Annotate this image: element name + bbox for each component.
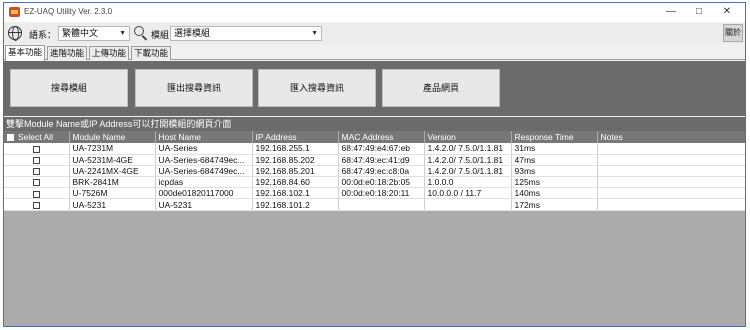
module-value: 選擇模組 [174, 28, 211, 38]
version-cell: 10.0.0.0 / 11.7 [424, 187, 512, 200]
host-name-cell: UA-Series [155, 143, 253, 155]
table-row[interactable]: U-7526M 000de01820117000 192.168.102.1 0… [4, 187, 745, 200]
response-time-cell: 172ms [511, 198, 598, 211]
row-checkbox[interactable] [32, 157, 40, 165]
table-row[interactable]: BRK-2841M icpdas 192.168.84.60 00:0d:e0:… [4, 176, 745, 189]
row-checkbox[interactable] [32, 179, 40, 187]
mac-address-cell [338, 198, 425, 211]
response-time-cell: 31ms [511, 143, 598, 155]
info-hint: 雙擊Module Name或IP Address可以打開模組的網頁介面 [4, 117, 745, 131]
mac-address-cell: 00:0d:e0:18:2b:05 [338, 176, 425, 189]
module-table: Select All Module Name Host Name IP Addr… [4, 131, 745, 211]
language-value: 繁體中文 [62, 28, 99, 38]
tab-download[interactable]: 下載功能 [131, 46, 172, 60]
mac-address-cell: 68:47:49:ec:41:d9 [338, 154, 425, 166]
notes-cell [597, 187, 745, 200]
notes-cell [597, 165, 745, 178]
tab-upload[interactable]: 上傳功能 [89, 46, 130, 60]
module-name-cell[interactable]: UA-5231M-4GE [69, 154, 156, 166]
module-name-cell[interactable]: BRK-2841M [69, 176, 156, 189]
notes-cell [597, 198, 745, 211]
select-all-checkbox[interactable] [7, 134, 14, 142]
window-title: EZ-UAQ Utility Ver. 2.3.0 [24, 7, 113, 16]
title-bar: EZ-UAQ Utility Ver. 2.3.0 — □ ✕ [4, 3, 745, 22]
column-header[interactable]: Host Name [155, 131, 253, 143]
column-header[interactable]: IP Address [252, 131, 339, 143]
ip-address-cell[interactable]: 192.168.85.201 [252, 165, 339, 178]
import-search-button[interactable]: 匯入搜尋資訊 [258, 69, 376, 107]
column-header[interactable]: Module Name [69, 131, 156, 143]
table-header-row: Select All Module Name Host Name IP Addr… [4, 131, 745, 143]
column-header[interactable]: Response Time [511, 131, 598, 143]
version-cell: 1.4.2.0/ 7.5.0/1.1.81 [424, 154, 512, 166]
column-header[interactable]: MAC Address [338, 131, 425, 143]
maximize-button[interactable]: □ [686, 5, 712, 19]
module-select[interactable]: 選擇模組 ▼ [170, 26, 322, 41]
host-name-cell: icpdas [155, 176, 253, 189]
tab-bar: 基本功能 進階功能 上傳功能 下載功能 [4, 45, 745, 61]
language-select[interactable]: 繁體中文 ▼ [58, 26, 130, 41]
version-cell [424, 198, 512, 211]
module-name-cell[interactable]: UA-7231M [69, 143, 156, 155]
search-icon[interactable] [134, 26, 148, 41]
product-page-button[interactable]: 產品網頁 [382, 69, 500, 107]
ip-address-cell[interactable]: 192.168.102.1 [252, 187, 339, 200]
action-panel: 搜尋模組 匯出搜尋資訊 匯入搜尋資訊 產品網頁 [4, 61, 745, 116]
response-time-cell: 47ms [511, 154, 598, 166]
module-label: 模組 [151, 30, 170, 40]
chevron-down-icon: ▼ [311, 30, 318, 37]
globe-icon [8, 26, 22, 41]
select-all-header[interactable]: Select All [4, 131, 70, 143]
notes-cell [597, 143, 745, 155]
notes-cell [597, 154, 745, 166]
window-close-button[interactable]: ✕ [714, 5, 740, 19]
row-checkbox[interactable] [32, 145, 40, 153]
table-row[interactable]: UA-5231 UA-5231 192.168.101.2 172ms [4, 198, 745, 211]
ip-address-cell[interactable]: 192.168.255.1 [252, 143, 339, 155]
search-modules-button[interactable]: 搜尋模組 [10, 69, 128, 107]
row-checkbox[interactable] [32, 168, 40, 176]
host-name-cell: UA-Series-684749ec... [155, 154, 253, 166]
app-logo-icon [9, 7, 20, 17]
response-time-cell: 140ms [511, 187, 598, 200]
ip-address-cell[interactable]: 192.168.85.202 [252, 154, 339, 166]
module-name-cell[interactable]: UA-2241MX-4GE [69, 165, 156, 178]
host-name-cell: UA-Series-684749ec... [155, 165, 253, 178]
ip-address-cell[interactable]: 192.168.84.60 [252, 176, 339, 189]
ip-address-cell[interactable]: 192.168.101.2 [252, 198, 339, 211]
toolbar: 語系： 繁體中文 ▼ 模組 選擇模組 ▼ 關於 [4, 23, 745, 44]
table-row[interactable]: UA-5231M-4GE UA-Series-684749ec... 192.1… [4, 154, 745, 166]
column-header[interactable]: Version [424, 131, 512, 143]
mac-address-cell: 00:0d:e0:18:20:11 [338, 187, 425, 200]
response-time-cell: 125ms [511, 176, 598, 189]
column-header[interactable]: Notes [597, 131, 745, 143]
tab-basic[interactable]: 基本功能 [5, 45, 46, 61]
mac-address-cell: 68:47:49:ec:c8:0a [338, 165, 425, 178]
about-button[interactable]: 關於 [723, 24, 743, 42]
chevron-down-icon: ▼ [119, 30, 126, 37]
minimize-button[interactable]: — [658, 5, 684, 19]
language-label: 語系： [29, 30, 57, 40]
table-row[interactable]: UA-2241MX-4GE UA-Series-684749ec... 192.… [4, 165, 745, 178]
notes-cell [597, 176, 745, 189]
version-cell: 1.0.0.0 [424, 176, 512, 189]
response-time-cell: 93ms [511, 165, 598, 178]
module-name-cell[interactable]: U-7526M [69, 187, 156, 200]
row-checkbox[interactable] [32, 201, 40, 209]
mac-address-cell: 68:47:49:e4:67:eb [338, 143, 425, 155]
tab-advanced[interactable]: 進階功能 [47, 46, 88, 60]
module-table-area: Select All Module Name Host Name IP Addr… [4, 131, 745, 326]
version-cell: 1.4.2.0/ 7.5.0/1.1.81 [424, 143, 512, 155]
row-checkbox[interactable] [32, 190, 40, 198]
app-window: EZ-UAQ Utility Ver. 2.3.0 — □ ✕ 語系： 繁體中文… [3, 2, 746, 327]
version-cell: 1.4.2.0/ 7.5.0/1.1.81 [424, 165, 512, 178]
host-name-cell: UA-5231 [155, 198, 253, 211]
table-row[interactable]: UA-7231M UA-Series 192.168.255.1 68:47:4… [4, 143, 745, 155]
host-name-cell: 000de01820117000 [155, 187, 253, 200]
export-search-button[interactable]: 匯出搜尋資訊 [135, 69, 253, 107]
module-name-cell[interactable]: UA-5231 [69, 198, 156, 211]
